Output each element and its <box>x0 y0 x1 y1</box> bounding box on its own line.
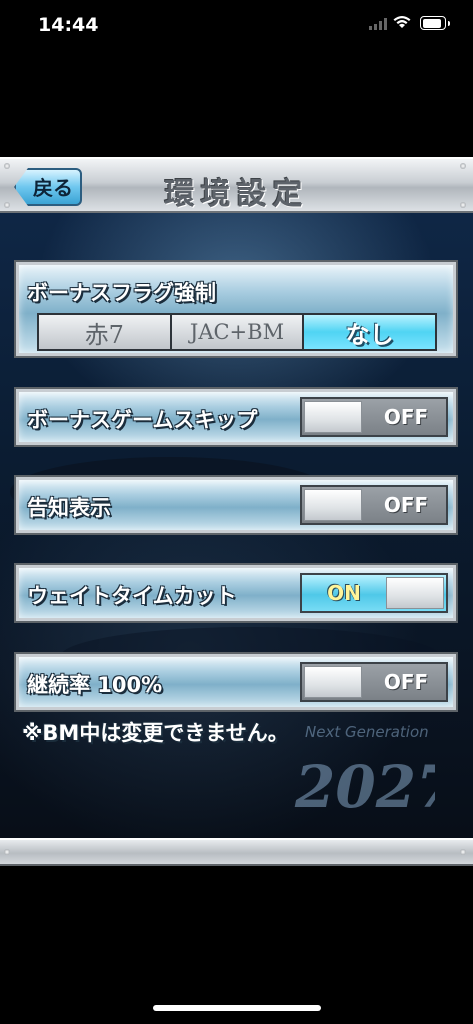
status-bar: 14:44 <box>0 0 473 54</box>
notice-toggle[interactable]: OFF <box>300 485 448 525</box>
notice-panel: 告知表示 OFF <box>14 475 458 535</box>
settings-screen: 環境設定 戻る ボーナスフラグ強制 赤7 JAC+BM なし ボーナスゲームスキ… <box>0 157 473 866</box>
cellular-signal-icon <box>369 18 387 30</box>
wifi-icon <box>393 16 411 28</box>
toggle-knob <box>386 577 444 609</box>
rivet <box>460 849 466 855</box>
wait-cut-toggle[interactable]: ON <box>300 573 448 613</box>
continue-rate-panel: 継続率 100% OFF <box>14 652 458 712</box>
bonus-skip-label: ボーナスゲームスキップ <box>27 408 258 432</box>
status-time: 14:44 <box>38 14 99 36</box>
toggle-knob <box>304 489 362 521</box>
footer-bar <box>0 838 473 866</box>
bonus-flag-label: ボーナスフラグ強制 <box>27 281 216 305</box>
wait-cut-label: ウェイトタイムカット <box>27 584 237 608</box>
bonus-flag-selector: 赤7 JAC+BM なし <box>37 313 437 351</box>
back-button[interactable]: 戻る <box>14 168 82 206</box>
continue-rate-toggle[interactable]: OFF <box>300 662 448 702</box>
bonus-flag-panel: ボーナスフラグ強制 赤7 JAC+BM なし <box>14 260 458 358</box>
bonus-skip-panel: ボーナスゲームスキップ OFF <box>14 387 458 447</box>
option-jac-bm[interactable]: JAC+BM <box>171 315 303 349</box>
logo-year: 2027 <box>294 753 435 821</box>
logo-subtitle: Next Generation <box>305 723 429 741</box>
toggle-state: OFF <box>383 493 429 517</box>
bonus-skip-toggle[interactable]: OFF <box>300 397 448 437</box>
toggle-state: ON <box>327 581 361 605</box>
toggle-state: OFF <box>383 405 429 429</box>
notice-label: 告知表示 <box>27 496 111 520</box>
game-logo: Next Generation 2027 <box>294 723 435 821</box>
option-none[interactable]: なし <box>304 315 436 349</box>
note-text: ※BM中は変更できません。 <box>22 721 289 745</box>
home-indicator[interactable] <box>153 1005 321 1011</box>
wait-cut-panel: ウェイトタイムカット ON <box>14 563 458 623</box>
option-red7[interactable]: 赤7 <box>39 315 170 349</box>
battery-icon <box>420 16 450 30</box>
toggle-state: OFF <box>383 670 429 694</box>
rivet <box>4 849 10 855</box>
continue-rate-label: 継続率 100% <box>27 673 163 697</box>
header-bar: 環境設定 戻る <box>0 157 473 213</box>
toggle-knob <box>304 401 362 433</box>
toggle-knob <box>304 666 362 698</box>
